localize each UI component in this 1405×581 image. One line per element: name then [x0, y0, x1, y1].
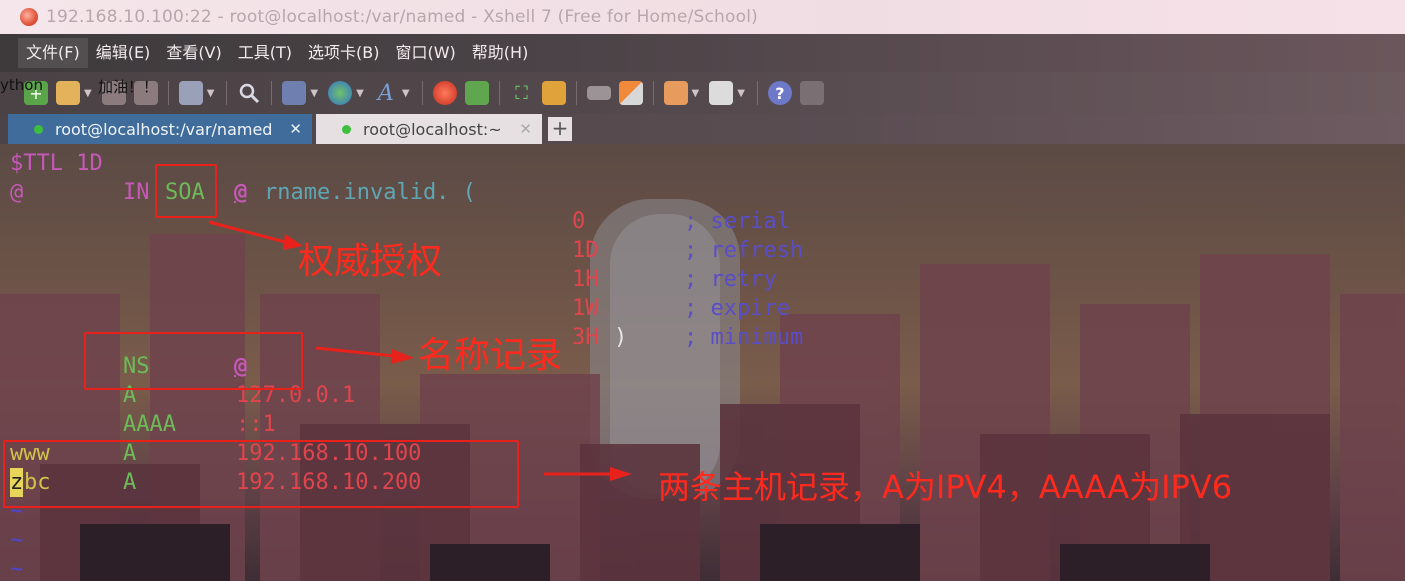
layout-dropdown-arrow[interactable]: ▼: [737, 88, 745, 99]
layout-icon[interactable]: [709, 81, 734, 105]
tab-var-named[interactable]: root@localhost:/var/named ✕: [8, 114, 312, 144]
transfer-dropdown-arrow[interactable]: ▼: [310, 88, 318, 99]
soa-refresh-comment: ; refresh: [684, 238, 804, 263]
connected-status-icon: [342, 124, 351, 134]
soa-at: @: [234, 180, 248, 205]
soa-close-paren: ): [614, 325, 628, 350]
soa-retry-value: 1H: [572, 267, 599, 292]
toolbar-separator: [756, 81, 758, 105]
soa-origin: @: [10, 180, 24, 205]
soa-serial-comment: ; serial: [684, 209, 790, 234]
soa-refresh-value: 1D: [572, 238, 599, 263]
ns-annotation: 名称记录: [418, 335, 563, 376]
menu-file[interactable]: 文件(F): [18, 38, 88, 68]
xshell-logo-icon: [20, 8, 38, 26]
close-icon[interactable]: ✕: [289, 120, 302, 138]
globe-dropdown-arrow[interactable]: ▼: [356, 88, 364, 99]
new-tab-dropdown-arrow[interactable]: ▼: [692, 88, 700, 99]
desktop-overlay-text-mid: 加油！！: [98, 78, 159, 96]
add-tab-button[interactable]: +: [548, 117, 572, 141]
soa-class: IN: [123, 180, 150, 205]
host-records-arrow: [544, 467, 632, 481]
tab-label: root@localhost:~: [363, 119, 502, 139]
xagent-icon[interactable]: [464, 81, 489, 105]
lock-icon[interactable]: [541, 81, 566, 105]
soa-expire-comment: ; expire: [684, 296, 790, 321]
soa-serial-value: 0: [572, 209, 586, 234]
aaaa-record-value: ::1: [236, 412, 276, 437]
toolbar-separator: [167, 81, 169, 105]
soa-retry-comment: ; retry: [684, 267, 777, 292]
new-tab-folder-icon[interactable]: [663, 81, 688, 105]
host-records-annotation: 两条主机记录，A为IPV4，AAAA为IPV6: [658, 468, 1233, 506]
open-folder-icon[interactable]: [56, 81, 80, 105]
menu-edit[interactable]: 编辑(E): [88, 38, 159, 68]
desktop-overlay-text-left: ython: [0, 76, 43, 94]
menu-tools[interactable]: 工具(T): [230, 38, 300, 68]
vim-empty-line: ~: [10, 528, 24, 553]
window-title: 192.168.10.100:22 - root@localhost:/var/…: [46, 7, 758, 27]
toolbar-separator: [421, 81, 423, 105]
highlight-icon[interactable]: [618, 81, 643, 105]
properties-icon[interactable]: [178, 81, 203, 105]
chat-icon[interactable]: [799, 81, 824, 105]
help-icon[interactable]: ?: [767, 81, 792, 105]
find-icon[interactable]: [237, 81, 261, 105]
xftp-icon[interactable]: [432, 81, 457, 105]
font-icon[interactable]: A: [374, 81, 398, 106]
aaaa-record-type: AAAA: [123, 412, 176, 437]
ns-arrow: [315, 346, 414, 364]
soa-minimum-value: 3H: [572, 325, 599, 350]
terminal-area[interactable]: $TTL 1D @ IN SOA @ rname.invalid. ( 0 ; …: [0, 144, 1405, 581]
keyboard-icon[interactable]: [586, 86, 611, 100]
connected-status-icon: [34, 124, 43, 134]
menu-window[interactable]: 窗口(W): [387, 38, 463, 68]
title-bar: 192.168.10.100:22 - root@localhost:/var/…: [0, 0, 1405, 34]
soa-rname: rname.invalid. (: [264, 180, 476, 205]
toolbar-separator: [271, 81, 273, 105]
properties-dropdown-arrow[interactable]: ▼: [207, 88, 215, 99]
toolbar-separator: [652, 81, 654, 105]
menu-tab[interactable]: 选项卡(B): [300, 38, 387, 68]
menu-bar: 文件(F) 编辑(E) 查看(V) 工具(T) 选项卡(B) 窗口(W) 帮助(…: [0, 34, 1405, 72]
soa-expire-value: 1W: [572, 296, 599, 321]
toolbar-separator: [498, 81, 500, 105]
open-dropdown-arrow[interactable]: ▼: [84, 88, 92, 99]
toolbar: + ▼ ▼ ▼ ▼ A ▼ ⛶ ▼ ▼ ?: [0, 72, 1405, 114]
fullscreen-icon[interactable]: ⛶: [510, 81, 534, 105]
soa-minimum-comment: ; minimum: [684, 325, 804, 350]
vim-empty-line: ~: [10, 557, 24, 581]
transfer-icon[interactable]: [282, 81, 307, 105]
globe-icon[interactable]: [328, 81, 353, 105]
ns-highlight-box: [84, 332, 303, 390]
font-dropdown-arrow[interactable]: ▼: [402, 88, 410, 99]
menu-help[interactable]: 帮助(H): [464, 38, 537, 68]
toolbar-separator: [226, 81, 228, 105]
host-records-highlight-box: [3, 440, 519, 508]
tab-home[interactable]: root@localhost:~ ✕: [316, 114, 542, 144]
tab-bar: root@localhost:/var/named ✕ root@localho…: [0, 114, 1405, 144]
soa-highlight-box: [155, 164, 217, 218]
ttl-line: $TTL 1D: [10, 151, 103, 176]
toolbar-separator: [575, 81, 577, 105]
tab-label: root@localhost:/var/named: [55, 119, 273, 139]
close-icon[interactable]: ✕: [519, 120, 532, 138]
soa-annotation: 权威授权: [298, 241, 443, 282]
menu-view[interactable]: 查看(V): [158, 38, 229, 68]
